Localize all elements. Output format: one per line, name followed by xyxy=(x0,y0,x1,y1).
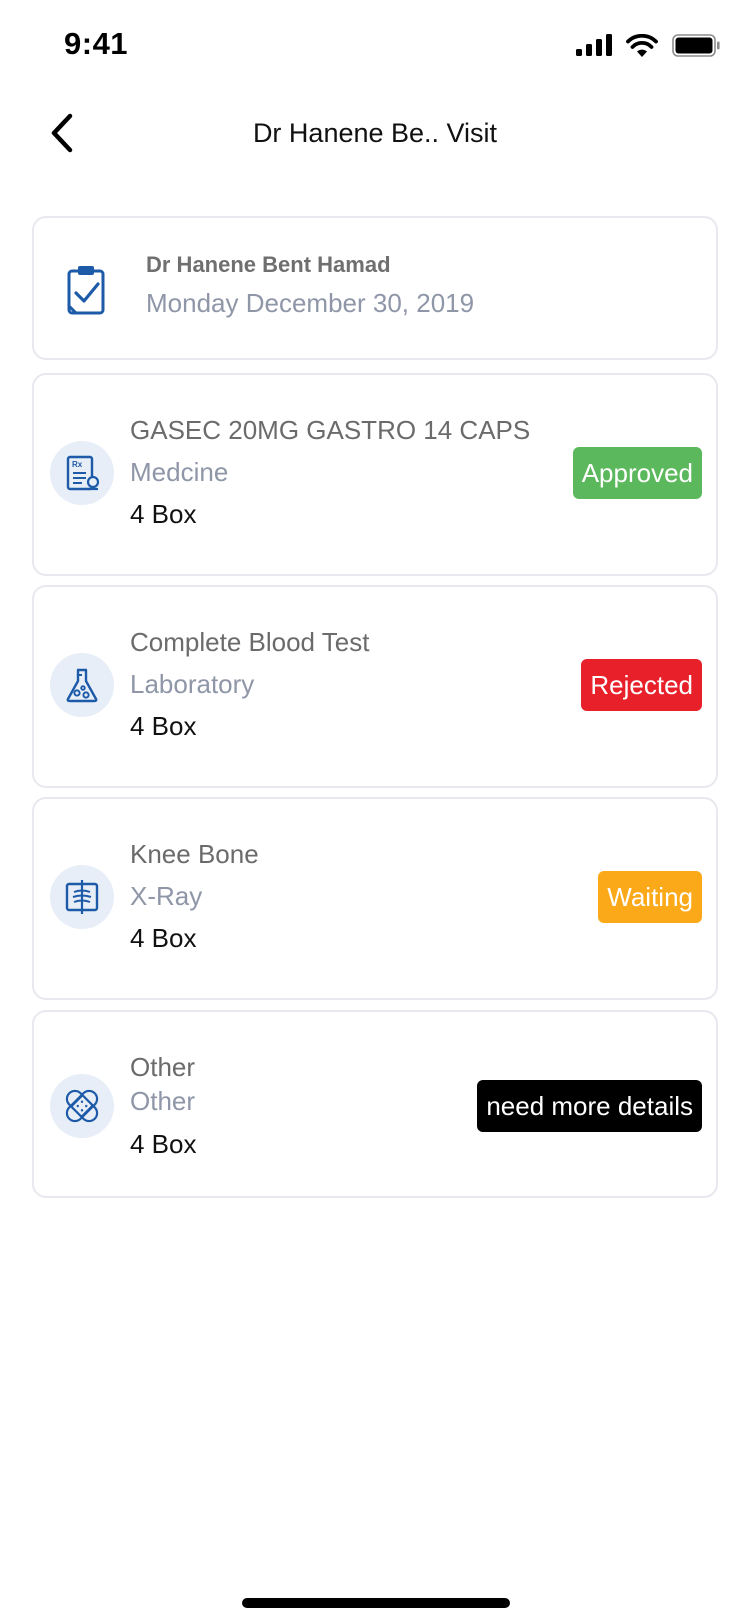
item-name: GASEC 20MG GASTRO 14 CAPS xyxy=(130,415,531,445)
item-name: Complete Blood Test xyxy=(130,627,370,657)
doctor-name: Dr Hanene Bent Hamad xyxy=(146,252,391,277)
status-badge-rejected: Rejected xyxy=(581,659,702,711)
item-icon-container: Rx xyxy=(50,441,114,505)
clipboard-check-icon xyxy=(67,266,105,315)
cellular-signal-icon xyxy=(576,34,612,56)
item-type: Other xyxy=(130,1086,196,1116)
item-card[interactable]: Other Other 4 Box need more details xyxy=(32,1010,718,1198)
visit-date: Monday December 30, 2019 xyxy=(146,288,475,318)
xray-icon xyxy=(65,880,99,914)
item-card[interactable]: Complete Blood Test Laboratory 4 Box Rej… xyxy=(32,585,718,788)
item-name: Other xyxy=(130,1052,196,1082)
prescription-icon: Rx xyxy=(66,455,100,491)
item-quantity: 4 Box xyxy=(130,711,197,741)
item-icon-container xyxy=(50,865,114,929)
status-time: 9:41 xyxy=(64,26,129,61)
lab-flask-icon xyxy=(66,668,98,703)
wifi-icon xyxy=(626,33,658,57)
item-icon-container xyxy=(50,1074,114,1138)
item-quantity: 4 Box xyxy=(130,923,197,953)
item-type: Medcine xyxy=(130,457,229,487)
item-card[interactable]: Rx GASEC 20MG GASTRO 14 CAPS Medcine 4 B… xyxy=(32,373,718,576)
home-indicator[interactable] xyxy=(242,1598,510,1608)
bandage-icon xyxy=(65,1089,99,1123)
item-name: Knee Bone xyxy=(130,839,259,869)
item-quantity: 4 Box xyxy=(130,1129,197,1159)
page-title: Dr Hanene Be.. Visit xyxy=(252,118,498,148)
item-type: X-Ray xyxy=(130,881,203,911)
visit-summary-card: Dr Hanene Bent Hamad Monday December 30,… xyxy=(32,216,718,360)
battery-icon xyxy=(672,33,720,57)
status-badge-waiting: Waiting xyxy=(598,871,702,923)
status-icons xyxy=(576,30,720,60)
item-icon-container xyxy=(50,653,114,717)
status-badge-approved: Approved xyxy=(572,447,702,499)
item-card[interactable]: Knee Bone X-Ray 4 Box Waiting xyxy=(32,797,718,1000)
status-badge-need-more-details: need more details xyxy=(477,1080,702,1132)
status-bar: 9:41 xyxy=(0,0,750,90)
svg-text:Rx: Rx xyxy=(72,460,83,469)
item-quantity: 4 Box xyxy=(130,499,197,529)
item-type: Laboratory xyxy=(130,669,255,699)
